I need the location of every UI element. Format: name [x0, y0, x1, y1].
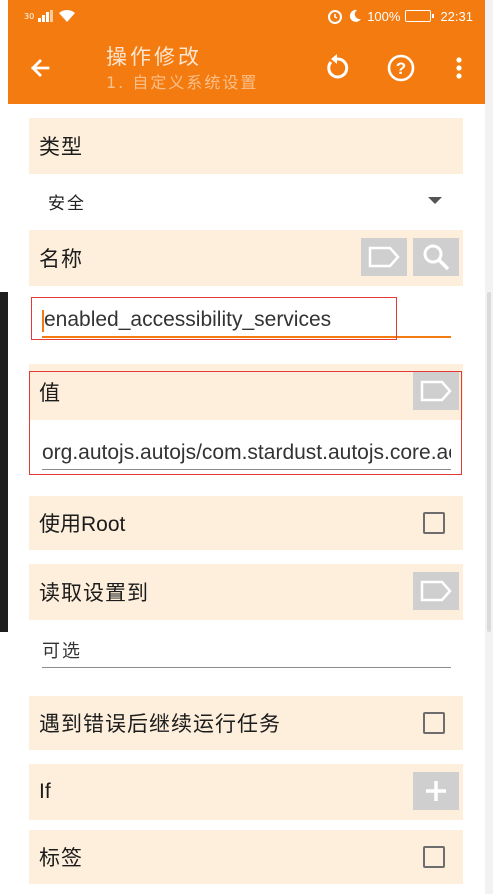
continue-on-error-checkbox[interactable] — [423, 712, 445, 734]
form-content: 类型 安全 名称 enabled_accessibility_services … — [8, 104, 485, 894]
use-root-row[interactable]: 使用Root — [29, 496, 463, 550]
svg-text:?: ? — [396, 59, 406, 78]
page-subtitle: 1. 自定义系统设置 — [106, 73, 259, 92]
background-code-panel — [0, 292, 8, 632]
if-header: If — [29, 764, 463, 820]
add-condition-button[interactable] — [413, 772, 459, 810]
back-button[interactable] — [8, 32, 72, 104]
type-dropdown[interactable]: 安全 — [48, 186, 448, 216]
plus-icon — [426, 781, 446, 801]
signal-icon — [38, 10, 54, 22]
read-setting-header: 读取设置到 — [29, 564, 463, 620]
name-search-button[interactable] — [413, 238, 459, 276]
dropdown-caret-icon — [428, 197, 442, 204]
status-bar: 30 100% 22:31 — [8, 0, 485, 32]
read-setting-placeholder: 可选 — [42, 641, 82, 662]
read-setting-label: 读取设置到 — [39, 581, 149, 605]
search-icon — [423, 244, 450, 271]
battery-percent: 100% — [367, 8, 401, 24]
arrow-left-icon — [31, 59, 50, 77]
tags-label: 标签 — [39, 846, 83, 870]
tags-row[interactable]: 标签 — [29, 830, 463, 884]
label-tag-icon — [368, 246, 400, 268]
if-label: If — [39, 780, 51, 803]
help-circle-icon: ? — [387, 54, 415, 82]
help-button[interactable]: ? — [369, 32, 433, 104]
highlight-box-name — [31, 297, 397, 340]
background-app-left-edge — [0, 0, 8, 894]
type-label: 类型 — [39, 135, 83, 159]
more-vertical-icon — [456, 57, 462, 79]
tags-checkbox[interactable] — [423, 846, 445, 868]
continue-on-error-label: 遇到错误后继续运行任务 — [39, 712, 281, 736]
restore-icon — [327, 54, 349, 79]
network-type-label: 30 — [24, 11, 35, 21]
name-header: 名称 — [29, 230, 463, 286]
reset-button[interactable] — [305, 32, 369, 104]
page-title: 操作修改 — [106, 45, 202, 69]
clock: 22:31 — [440, 8, 473, 24]
do-not-disturb-moon-icon — [350, 9, 362, 22]
type-header: 类型 — [29, 118, 463, 174]
action-edit-screen: 30 100% 22:31 操作修改 1. 自定义系统设置 ? 类型 安全 名称… — [8, 0, 485, 894]
label-tag-icon — [420, 580, 452, 602]
name-label: 名称 — [39, 247, 83, 271]
read-setting-input[interactable]: 可选 — [42, 632, 451, 668]
more-options-button[interactable] — [433, 32, 485, 104]
toolbar: 操作修改 1. 自定义系统设置 ? — [8, 32, 485, 104]
battery-icon — [405, 10, 435, 22]
highlight-box-value — [29, 371, 462, 475]
read-setting-variable-button[interactable] — [413, 572, 459, 610]
name-variable-button[interactable] — [361, 238, 407, 276]
use-root-checkbox[interactable] — [423, 512, 445, 534]
alarm-icon — [328, 10, 343, 24]
background-app-right-edge — [485, 0, 493, 894]
background-scrollbar — [487, 292, 491, 632]
wifi-icon — [59, 9, 76, 22]
use-root-label: 使用Root — [39, 513, 126, 536]
type-selected-value: 安全 — [48, 193, 86, 214]
continue-on-error-row[interactable]: 遇到错误后继续运行任务 — [29, 696, 463, 750]
